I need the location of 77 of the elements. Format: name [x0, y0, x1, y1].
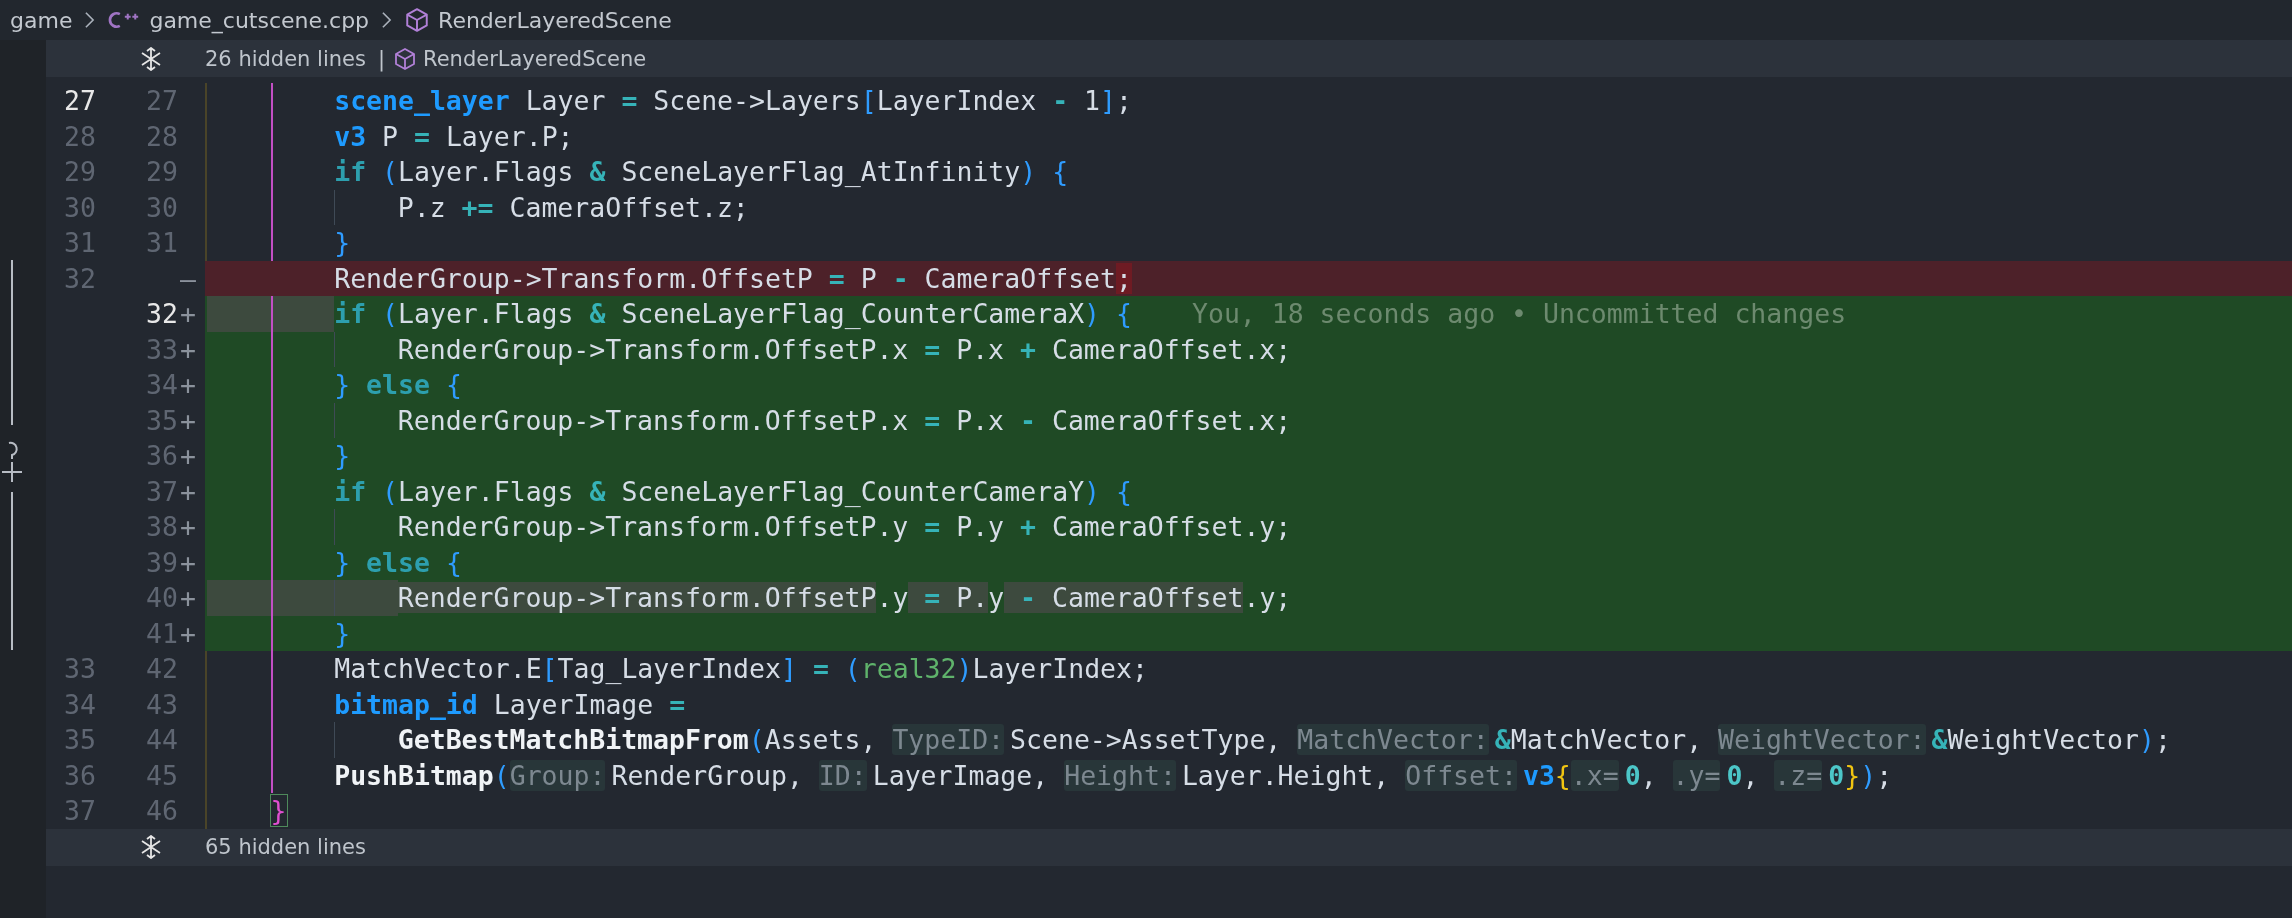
code-line: if (Layer.Flags & SceneLayerFlag_CounterCameraX) { [334, 297, 1132, 331]
line-number: 35 [145, 403, 178, 438]
code-line: v3 P = Layer.P; [334, 119, 574, 154]
code-line: } [270, 794, 287, 828]
diff-marker: + [179, 403, 197, 438]
diff-marker: + [179, 368, 197, 402]
separator: | [377, 46, 386, 71]
code-line: RenderGroup->Transform.OffsetP.x = P.x - CameraOffset.x; [397, 403, 1292, 438]
diff-marker: + [179, 545, 197, 580]
breadcrumb-item[interactable]: RenderLayeredScene [438, 7, 672, 33]
diff-marker: + [179, 616, 197, 651]
symbol-name[interactable]: RenderLayeredScene [423, 46, 647, 71]
blame-annotation: You, 18 seconds ago • Uncommitted changes [1191, 297, 1847, 331]
code-line: if (Layer.Flags & SceneLayerFlag_AtInfinity) { [334, 155, 1069, 189]
line-number: 37 [63, 794, 96, 828]
hidden-lines-label[interactable]: 65 hidden lines [205, 835, 366, 859]
line-number: 31 [145, 226, 178, 260]
line-number: 27 [63, 84, 96, 118]
line-number: 32 [63, 261, 96, 296]
unfold-icon[interactable] [139, 46, 163, 71]
line-number: 41 [145, 616, 178, 651]
line-number: 34 [63, 687, 96, 722]
line-number: 28 [145, 119, 178, 154]
line-number: 42 [145, 652, 178, 686]
code-line: scene_layer Layer = Scene->Layers[LayerIndex - 1]; [334, 84, 1132, 118]
code-line: P.z += CameraOffset.z; [397, 190, 749, 225]
diff-marker: + [179, 332, 197, 367]
line-number: 34 [145, 368, 178, 402]
code-line: } [334, 616, 351, 651]
line-number: 38 [145, 510, 178, 544]
code-line: } [334, 226, 351, 260]
diff-marker: + [179, 474, 197, 509]
code-line: RenderGroup->Transform.OffsetP.x = P.x + CameraOffset.x; [397, 332, 1292, 367]
line-number: 36 [145, 439, 178, 473]
diff-marker: — [179, 261, 197, 296]
code-line: bitmap_id LayerImage = [334, 687, 686, 722]
cube-icon [404, 7, 431, 33]
chevron-right-icon [381, 11, 393, 29]
line-number: 33 [63, 652, 96, 686]
code-line: } else { [334, 545, 462, 580]
line-number: 35 [63, 723, 96, 757]
line-number: 45 [145, 758, 178, 793]
code-line: } else { [334, 368, 462, 402]
diff-marker: + [179, 510, 197, 544]
code-line: RenderGroup->Transform.OffsetP.y = P.y + CameraOffset.y; [397, 510, 1292, 544]
line-number: 29 [145, 155, 178, 189]
code-line: } [334, 439, 351, 473]
diff-marker: + [179, 297, 197, 331]
code-line: MatchVector.E[Tag_LayerIndex] = (real32)LayerIndex; [334, 652, 1148, 686]
code-line: if (Layer.Flags & SceneLayerFlag_CounterCameraY) { [334, 474, 1132, 509]
line-number: 32 [145, 297, 178, 331]
line-number: 44 [145, 723, 178, 757]
line-number: 31 [63, 226, 96, 260]
line-number: 39 [145, 545, 178, 580]
line-number: 30 [63, 190, 96, 225]
line-number: 36 [63, 758, 96, 793]
code-line: GetBestMatchBitmapFrom(Assets, TypeID: Scene->AssetType, MatchVector: &MatchVector, WeightVector: &WeightVector); [397, 723, 2171, 757]
line-number: 30 [145, 190, 178, 225]
line-number: 27 [145, 84, 178, 118]
diff-marker: + [179, 581, 197, 615]
line-number: 37 [145, 474, 178, 509]
line-number: 43 [145, 687, 178, 722]
code-line: RenderGroup->Transform.OffsetP.y = P.y - CameraOffset.y; [397, 581, 1292, 615]
diff-marker: + [179, 439, 197, 473]
cube-icon [393, 46, 418, 71]
line-number: 33 [145, 332, 178, 367]
line-number: 28 [63, 119, 96, 154]
unfold-icon[interactable] [139, 835, 163, 859]
breadcrumb-item[interactable]: game_cutscene.cpp [149, 7, 370, 33]
chevron-right-icon [84, 11, 96, 29]
code-line: RenderGroup->Transform.OffsetP = P - CameraOffset; [334, 261, 1132, 296]
line-number: 40 [145, 581, 178, 615]
breadcrumb-item[interactable]: game [10, 7, 73, 33]
code-line: PushBitmap(Group: RenderGroup, ID: LayerImage, Height: Layer.Height, Offset: v3{.x= 0, .y= 0, .z= 0}); [334, 758, 1893, 793]
hidden-lines-label[interactable]: 26 hidden lines [205, 46, 366, 71]
line-number: 46 [145, 794, 178, 828]
line-number: 29 [63, 155, 96, 189]
